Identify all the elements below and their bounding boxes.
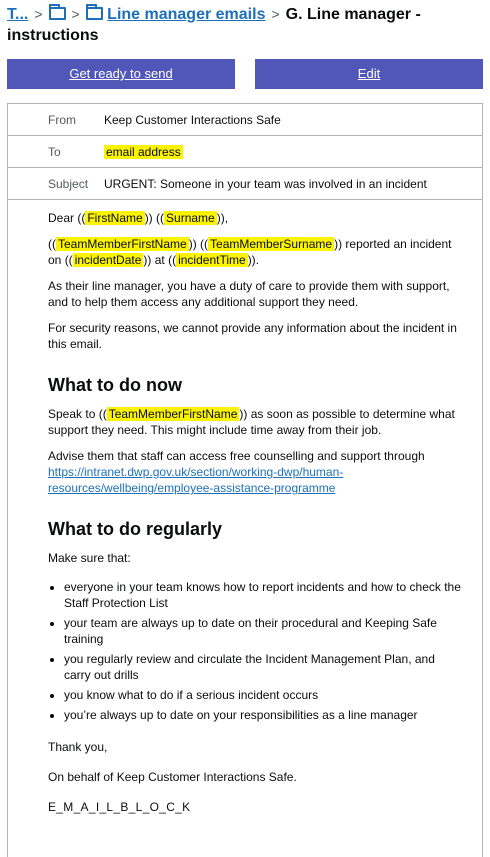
sign-off: Thank you, — [48, 740, 108, 754]
email-from-row: From Keep Customer Interactions Safe — [8, 104, 482, 136]
email-body: Dear ((FirstName)) ((Surname)), ((TeamMe… — [8, 200, 482, 815]
breadcrumb-root-link[interactable]: T... — [7, 6, 28, 23]
folder-icon[interactable] — [85, 4, 103, 20]
employee-assistance-link[interactable]: https://intranet.dwp.gov.uk/section/work… — [48, 465, 343, 495]
template-actions: Get ready to send Edit — [7, 59, 483, 89]
placeholder-team-member-surname: TeamMemberSurname — [208, 237, 335, 251]
chevron-right-icon: > — [71, 6, 80, 22]
checklist: everyone in your team knows how to repor… — [48, 579, 462, 723]
placeholder-team-member-firstname: TeamMemberFirstName — [106, 407, 240, 421]
subject-label: Subject — [48, 176, 89, 191]
paragraph-advise: Advise them that staff can access free c… — [48, 449, 425, 495]
list-item: you regularly review and circulate the I… — [64, 651, 462, 683]
subject-value: URGENT: Someone in your team was involve… — [104, 176, 427, 191]
folder-icon[interactable] — [48, 4, 66, 20]
list-item: you’re always up to date on your respons… — [64, 707, 462, 723]
paragraph-speak: Speak to ((TeamMemberFirstName)) as soon… — [48, 407, 455, 437]
chevron-right-icon: > — [271, 6, 280, 22]
placeholder-incident-time: incidentTime — [176, 253, 248, 267]
email-subject-row: Subject URGENT: Someone in your team was… — [8, 168, 482, 200]
placeholder-firstname: FirstName — [85, 211, 145, 225]
email-preview: From Keep Customer Interactions Safe To … — [7, 103, 483, 857]
breadcrumb-folder-link[interactable]: Line manager emails — [107, 6, 265, 23]
paragraph-reported: ((TeamMemberFirstName)) ((TeamMemberSurn… — [48, 237, 452, 267]
on-behalf: On behalf of Keep Customer Interactions … — [48, 770, 297, 784]
heading-what-to-do-regularly: What to do regularly — [48, 519, 223, 539]
chevron-right-icon: > — [34, 6, 43, 22]
to-placeholder: email address — [104, 144, 183, 159]
get-ready-to-send-button[interactable]: Get ready to send — [7, 59, 235, 89]
edit-button[interactable]: Edit — [255, 59, 483, 89]
heading-what-to-do-now: What to do now — [48, 375, 182, 395]
list-item: everyone in your team knows how to repor… — [64, 579, 462, 611]
placeholder-incident-date: incidentDate — [72, 253, 144, 267]
to-label: To — [48, 144, 61, 159]
placeholder-surname: Surname — [164, 211, 217, 225]
from-label: From — [48, 112, 76, 127]
list-item: your team are always up to date on their… — [64, 615, 462, 647]
email-block: E_M_A_I_L_B_L_O_C_K — [48, 800, 191, 814]
breadcrumb: T... > > Line manager emails > G. Line manag… — [7, 4, 483, 46]
list-item: you know what to do if a serious inciden… — [64, 687, 462, 703]
from-value: Keep Customer Interactions Safe — [104, 112, 281, 127]
paragraph-security: For security reasons, we cannot provide … — [48, 321, 457, 351]
paragraph-duty: As their line manager, you have a duty o… — [48, 279, 450, 309]
greeting: Dear ((FirstName)) ((Surname)), — [48, 211, 229, 225]
email-to-row: To email address — [8, 136, 482, 168]
paragraph-make-sure: Make sure that: — [48, 551, 131, 565]
placeholder-team-member-firstname: TeamMemberFirstName — [56, 237, 189, 251]
